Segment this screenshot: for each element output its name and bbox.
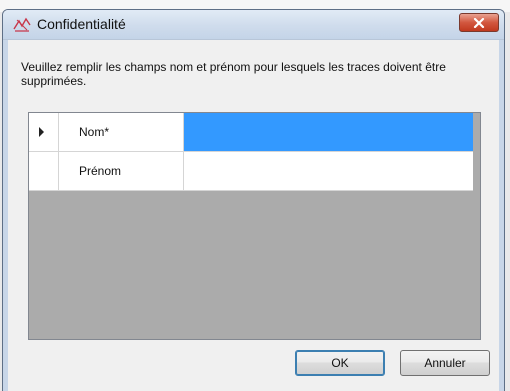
close-icon [473, 17, 485, 28]
nom-label-cell: Nom* [59, 113, 184, 152]
row-header[interactable] [29, 113, 59, 152]
row-header[interactable] [29, 152, 59, 191]
nom-value-cell[interactable] [184, 113, 473, 152]
name-grid[interactable]: Nom* Prénom [28, 112, 481, 340]
grid-row-prenom[interactable]: Prénom [29, 152, 475, 191]
title-bar[interactable]: Confidentialité [3, 10, 504, 40]
privacy-icon [13, 17, 31, 32]
window-title: Confidentialité [37, 16, 126, 32]
cancel-button[interactable]: Annuler [400, 350, 490, 376]
prenom-value-cell[interactable] [184, 152, 473, 191]
grid-row-nom[interactable]: Nom* [29, 113, 475, 152]
ok-button[interactable]: OK [295, 350, 385, 376]
row-pointer-icon [39, 127, 44, 137]
close-button[interactable] [459, 13, 499, 32]
prenom-label-cell: Prénom [59, 152, 184, 191]
instruction-text: Veuillez remplir les champs nom et préno… [21, 60, 446, 88]
